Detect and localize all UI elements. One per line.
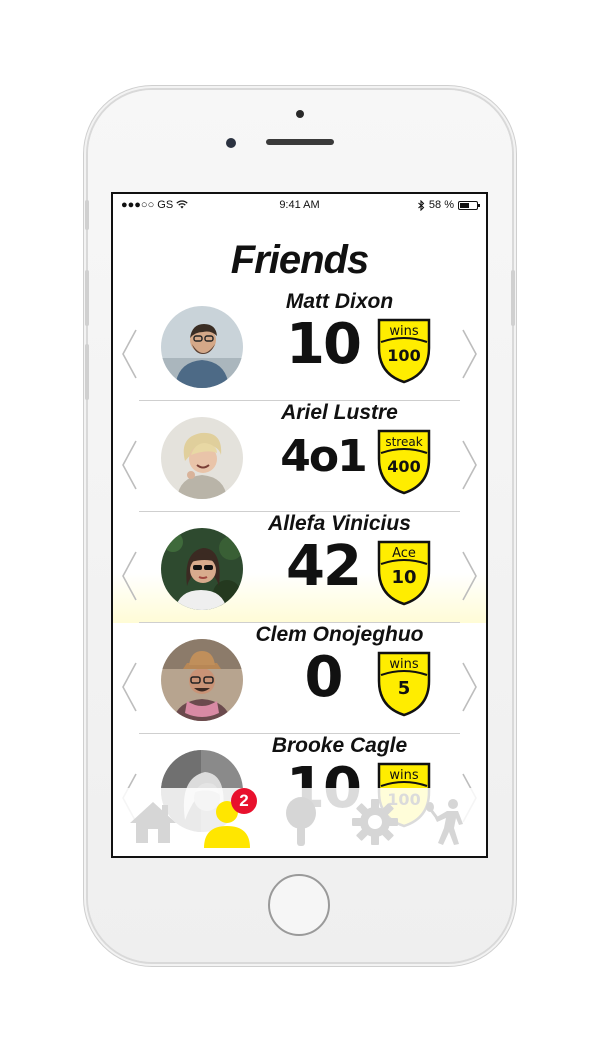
tab-player[interactable] — [423, 796, 475, 848]
prev-button[interactable] — [119, 328, 139, 380]
status-right: 58 % — [418, 199, 480, 211]
achievement-badge: streak 400 — [375, 427, 433, 495]
friend-row[interactable]: Matt Dixon 10 wins 100 — [113, 290, 486, 401]
battery-icon — [458, 200, 480, 210]
achievement-badge-shape: wins 100 — [377, 318, 431, 384]
friend-score: 0 — [304, 645, 344, 710]
friend-score: 10 — [286, 312, 362, 377]
friend-row[interactable]: Clem Onojeghuo 0 wins 5 — [113, 623, 486, 734]
chevron-right-icon — [462, 551, 477, 601]
volume-up-button — [85, 270, 89, 326]
next-button[interactable] — [460, 439, 480, 491]
prev-button[interactable] — [119, 661, 139, 713]
earpiece-speaker — [266, 139, 334, 145]
home-icon — [130, 802, 176, 843]
chevron-right-icon — [462, 440, 477, 490]
friend-name: Clem Onojeghuo — [255, 623, 424, 646]
badge-value: 5 — [398, 678, 411, 699]
prev-button[interactable] — [119, 550, 139, 602]
tab-paddle[interactable] — [275, 796, 327, 848]
friend-name: Ariel Lustre — [281, 401, 398, 424]
chevron-right-icon — [462, 662, 477, 712]
avatar[interactable] — [161, 306, 243, 388]
avatar[interactable] — [161, 417, 243, 499]
badge-label: wins — [389, 768, 418, 783]
mute-switch — [85, 200, 89, 230]
friend-row[interactable]: Ariel Lustre 4o1 streak 400 — [113, 401, 486, 512]
next-button[interactable] — [460, 550, 480, 602]
volume-down-button — [85, 344, 89, 400]
friend-name: Allefa Vinicius — [268, 512, 411, 535]
prev-button[interactable] — [119, 439, 139, 491]
tab-settings[interactable] — [349, 796, 401, 848]
avatar[interactable] — [161, 639, 243, 721]
next-button[interactable] — [460, 661, 480, 713]
avatar[interactable] — [161, 528, 243, 610]
gear-icon — [352, 799, 398, 845]
chevron-left-icon — [122, 440, 137, 490]
friend-score: 42 — [286, 534, 362, 599]
bluetooth-icon — [418, 199, 425, 211]
badge-label: Ace — [392, 546, 416, 561]
chevron-right-icon — [462, 329, 477, 379]
badge-label: wins — [389, 324, 418, 339]
status-bar: ●●●○○ GS 9:41 AM 58 % — [113, 194, 486, 216]
friend-row[interactable]: Allefa Vinicius 42 Ace 10 — [113, 512, 486, 623]
proximity-sensor — [296, 110, 304, 118]
badge-label: streak — [385, 435, 422, 449]
badge-value: 400 — [387, 457, 420, 476]
power-button — [511, 270, 515, 326]
paddle-icon — [286, 797, 316, 846]
achievement-badge-shape: streak 400 — [377, 429, 431, 495]
app-screen: ●●●○○ GS 9:41 AM 58 % Friends Matt Dixon… — [111, 192, 488, 858]
page-title: Friends — [230, 238, 369, 282]
achievement-badge: wins 5 — [375, 649, 433, 717]
player-icon — [426, 799, 463, 845]
next-button[interactable] — [460, 328, 480, 380]
notification-badge: 2 — [231, 788, 257, 814]
front-camera — [226, 138, 236, 148]
badge-value: 10 — [391, 567, 416, 588]
chevron-left-icon — [122, 551, 137, 601]
tab-bar: 2 — [113, 788, 486, 856]
home-button[interactable] — [268, 874, 330, 936]
friend-score: 4o1 — [280, 431, 367, 482]
chevron-left-icon — [122, 329, 137, 379]
badge-label: wins — [389, 657, 418, 672]
achievement-badge-shape: wins 5 — [377, 651, 431, 717]
friend-name: Matt Dixon — [285, 290, 394, 313]
friend-name: Brooke Cagle — [271, 734, 408, 757]
achievement-badge-shape: Ace 10 — [377, 540, 431, 606]
achievement-badge: wins 100 — [375, 316, 433, 384]
chevron-left-icon — [122, 662, 137, 712]
tab-home[interactable] — [127, 796, 179, 848]
achievement-badge: Ace 10 — [375, 538, 433, 606]
battery-percent: 58 % — [428, 199, 454, 211]
badge-value: 100 — [387, 346, 420, 365]
